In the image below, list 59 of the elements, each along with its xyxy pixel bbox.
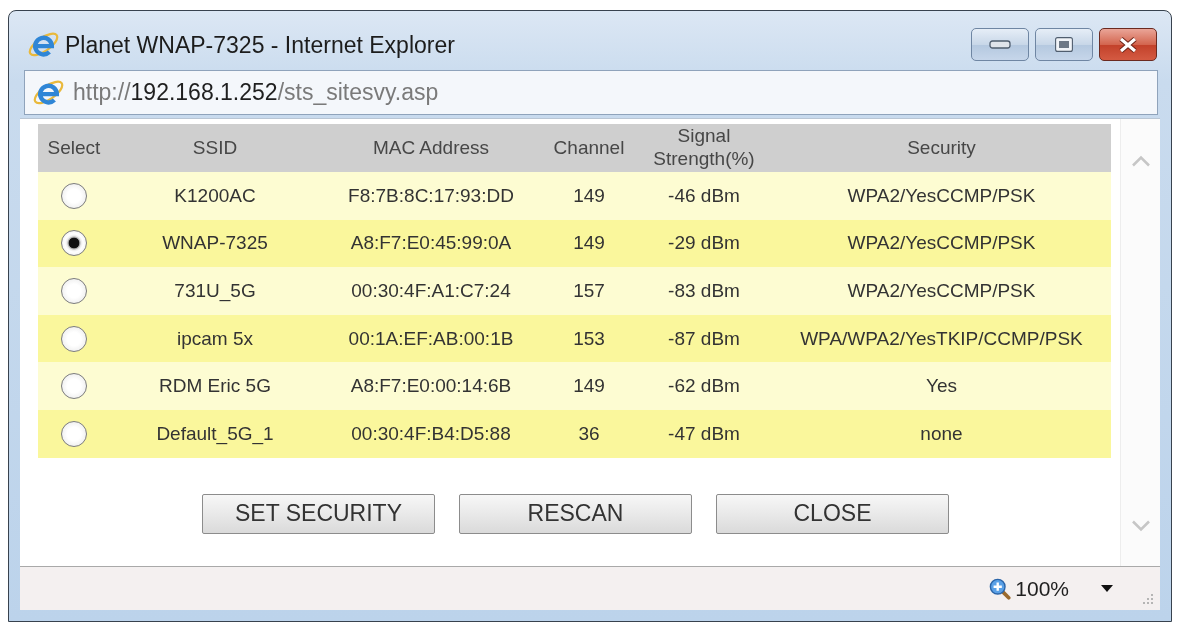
table-cell: F8:7B:8C:17:93:DD — [320, 172, 542, 220]
table-cell: Default_5G_1 — [110, 409, 320, 458]
e-logo-icon — [28, 32, 59, 58]
table-cell: 00:30:4F:A1:C7:24 — [320, 267, 542, 315]
table-cell: 00:30:4F:B4:D5:88 — [320, 409, 542, 458]
column-header: MAC Address — [320, 124, 542, 172]
table-cell: 00:1A:EF:AB:00:1B — [320, 314, 542, 363]
table-cell: -47 dBm — [636, 409, 772, 458]
zoom-level[interactable]: 100% — [1015, 576, 1069, 601]
table-cell: WPA2/YesCCMP/PSK — [772, 219, 1111, 268]
close-icon — [1117, 35, 1139, 54]
table-cell: 153 — [542, 314, 636, 363]
e-logo-icon — [33, 79, 64, 106]
window-title: Planet WNAP-7325 - Internet Explorer — [65, 31, 455, 59]
maximize-button[interactable] — [1035, 28, 1093, 61]
table-cell: -87 dBm — [636, 314, 772, 363]
table-cell: WPA2/YesCCMP/PSK — [772, 267, 1111, 315]
table-cell: Yes — [772, 362, 1111, 410]
table-cell: WNAP-7325 — [110, 219, 320, 268]
zoom-in-icon[interactable] — [989, 577, 1012, 600]
rescan-button[interactable]: RESCAN — [459, 493, 692, 534]
address-field[interactable]: http://192.168.1.252/sts_sitesvy.asp — [24, 70, 1158, 115]
table-cell: -83 dBm — [636, 267, 772, 315]
minimize-icon — [989, 40, 1011, 49]
column-header: Signal Strength(%) — [636, 124, 772, 172]
table-cell: A8:F7:E0:45:99:0A — [320, 219, 542, 268]
table-cell: 36 — [542, 409, 636, 458]
column-header: SSID — [110, 124, 320, 172]
table-cell: none — [772, 409, 1111, 458]
table-cell: WPA/WPA2/YesTKIP/CCMP/PSK — [772, 314, 1111, 363]
radio-button[interactable] — [61, 325, 87, 352]
caret-down-icon[interactable] — [1101, 585, 1113, 592]
radio-button[interactable] — [61, 182, 87, 209]
table-cell: A8:F7:E0:00:14:6B — [320, 362, 542, 410]
table-cell: K1200AC — [110, 172, 320, 220]
column-header: Security — [772, 124, 1111, 172]
table-cell: 149 — [542, 172, 636, 220]
table-cell: 149 — [542, 362, 636, 410]
column-header: Channel — [542, 124, 636, 172]
table-cell: 731U_5G — [110, 267, 320, 315]
table-cell: 157 — [542, 267, 636, 315]
set-security-button[interactable]: SET SECURITY — [202, 493, 435, 534]
resize-grip-icon[interactable] — [1142, 593, 1154, 605]
table-cell: RDM Eric 5G — [110, 362, 320, 410]
radio-button[interactable] — [61, 373, 87, 400]
table-cell: 149 — [542, 219, 636, 268]
close-button[interactable]: CLOSE — [716, 493, 949, 534]
radio-button[interactable] — [61, 230, 87, 257]
radio-button[interactable] — [61, 278, 87, 304]
minimize-button[interactable] — [971, 28, 1029, 61]
table-cell: -29 dBm — [636, 219, 772, 268]
table-cell: ipcam 5x — [110, 314, 320, 363]
table-cell: -46 dBm — [636, 172, 772, 220]
column-header: Select — [38, 124, 110, 172]
maximize-icon — [1055, 37, 1073, 52]
radio-button[interactable] — [61, 420, 87, 447]
table-cell: -62 dBm — [636, 362, 772, 410]
window-close-button[interactable] — [1099, 28, 1157, 61]
table-cell: WPA2/YesCCMP/PSK — [772, 172, 1111, 220]
